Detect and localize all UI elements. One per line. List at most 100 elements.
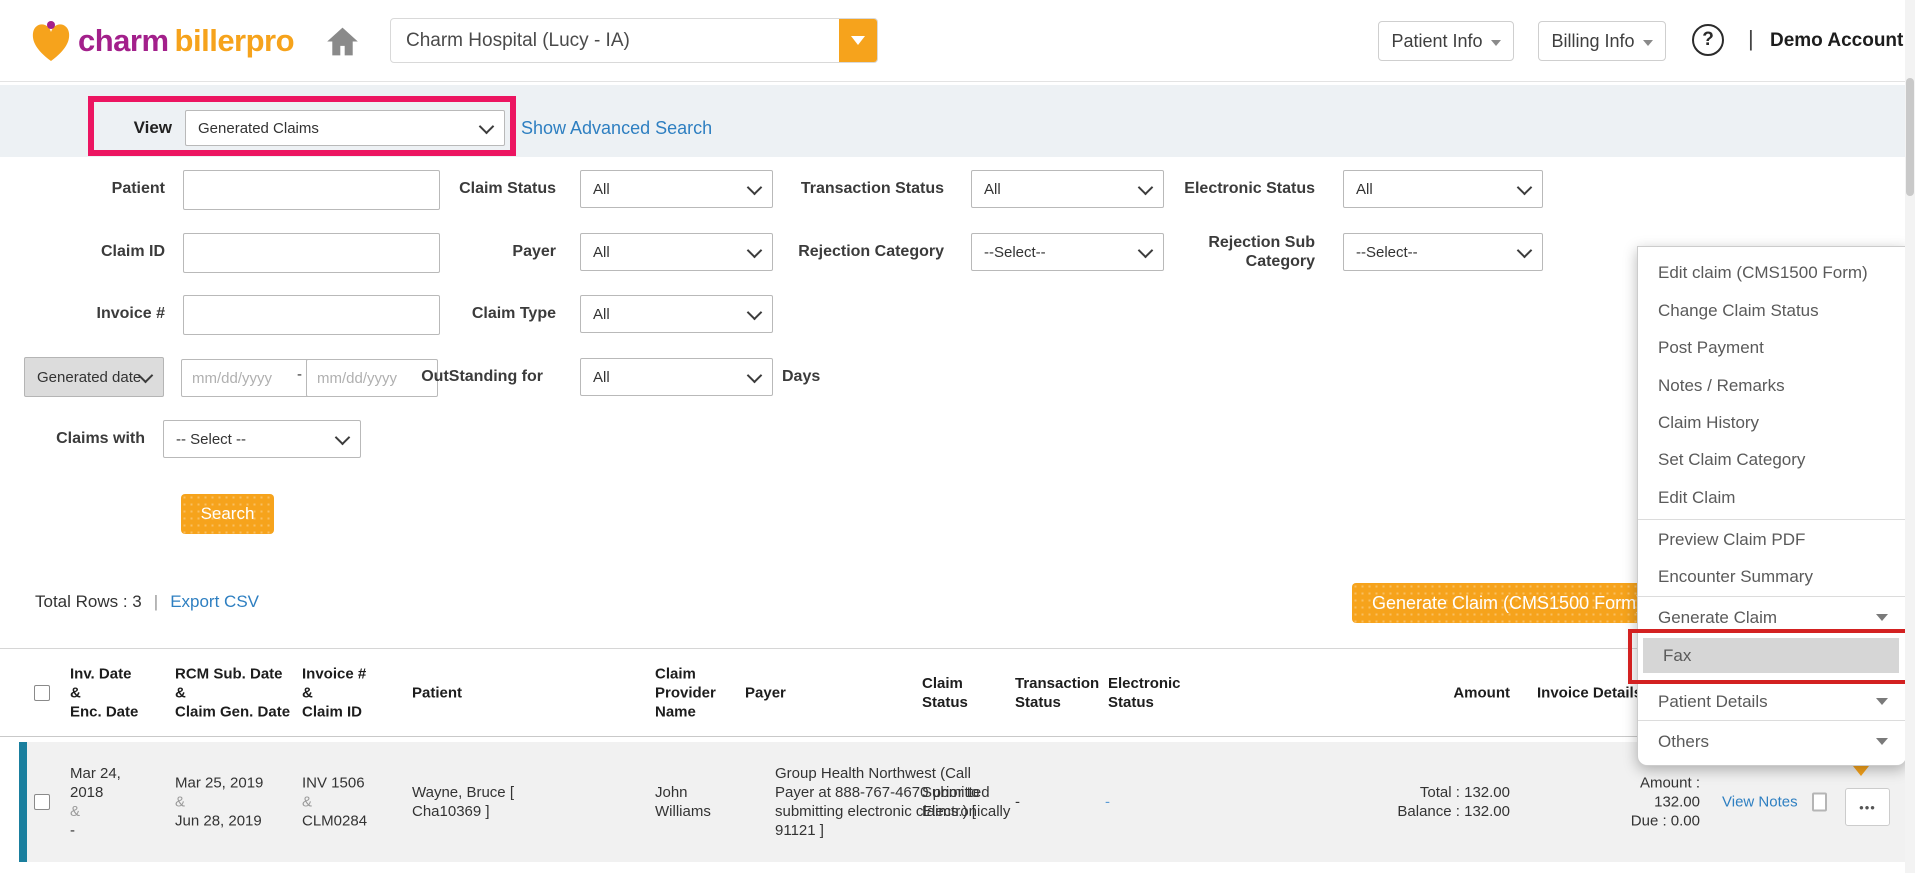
vertical-scrollbar[interactable] <box>1905 0 1915 873</box>
col-electronic-status: Electronic Status <box>1108 674 1200 712</box>
view-label-text: View <box>134 118 172 138</box>
chevron-down-icon <box>1517 179 1533 195</box>
export-csv-link[interactable]: Export CSV <box>170 592 259 612</box>
billing-info-button[interactable]: Billing Info <box>1538 21 1666 61</box>
chevron-down-icon <box>747 304 763 320</box>
menu-item-others[interactable]: Others <box>1638 723 1906 760</box>
col-patient: Patient <box>412 683 532 702</box>
menu-item-label: Preview Claim PDF <box>1658 530 1805 550</box>
row-more-actions-button[interactable]: ••• <box>1845 788 1890 826</box>
rejection-category-value: --Select-- <box>984 244 1140 261</box>
claim-id-input[interactable] <box>183 233 440 273</box>
claim-id: CLM0284 <box>302 812 402 831</box>
chevron-down-icon <box>479 118 495 134</box>
menu-item-label: Notes / Remarks <box>1658 376 1785 396</box>
payer-label: Payer <box>420 233 556 271</box>
rejection-sub-category-label-text: Rejection Sub Category <box>1158 233 1315 271</box>
view-select[interactable]: Generated Claims <box>185 110 505 146</box>
outstanding-for-select[interactable]: All <box>580 358 773 396</box>
chevron-down-icon <box>1138 242 1154 258</box>
brand-billerpro: billerpro <box>175 23 295 59</box>
patient-info-button[interactable]: Patient Info <box>1378 21 1514 61</box>
total-rows-text: Total Rows : 3 <box>35 592 142 612</box>
date-type-select[interactable]: Generated date <box>24 357 164 397</box>
electronic-status-select[interactable]: All <box>1343 170 1543 208</box>
menu-item-change-claim-status[interactable]: Change Claim Status <box>1638 292 1906 329</box>
patient-input-wrap <box>183 170 418 208</box>
billing-info-label: Billing Info <box>1551 31 1634 52</box>
menu-item-claim-history[interactable]: Claim History <box>1638 404 1906 441</box>
transaction-status-select[interactable]: All <box>971 170 1164 208</box>
claim-id-label-text: Claim ID <box>101 242 165 261</box>
patient-filter-label-text: Patient <box>112 179 165 198</box>
menu-item-edit-claim-cms1500[interactable]: Edit claim (CMS1500 Form) <box>1638 254 1906 291</box>
menu-item-preview-claim-pdf[interactable]: Preview Claim PDF <box>1638 521 1906 558</box>
home-icon[interactable] <box>325 24 360 59</box>
menu-divider <box>1638 720 1906 721</box>
chevron-down-icon <box>1517 242 1533 258</box>
row-actions-caret-icon[interactable] <box>1853 766 1869 776</box>
rcm-sub-date: Mar 25, 2019 <box>175 774 300 793</box>
claim-id-label: Claim ID <box>40 233 165 271</box>
view-notes-link[interactable]: View Notes <box>1722 794 1798 811</box>
date-from-input[interactable] <box>181 359 313 397</box>
claim-status-value: All <box>593 181 749 198</box>
help-icon[interactable]: ? <box>1692 24 1724 56</box>
practice-selector[interactable]: Charm Hospital (Lucy - IA) <box>390 18 878 63</box>
outstanding-for-value: All <box>593 369 749 386</box>
menu-item-label: Edit claim (CMS1500 Form) <box>1658 263 1868 283</box>
chevron-down-icon <box>1138 179 1154 195</box>
claim-type-label-text: Claim Type <box>472 304 556 323</box>
practice-dropdown-button[interactable] <box>839 19 877 62</box>
menu-item-post-payment[interactable]: Post Payment <box>1638 329 1906 366</box>
menu-item-encounter-summary[interactable]: Encounter Summary <box>1638 558 1906 595</box>
invoice-number-input[interactable] <box>183 295 440 335</box>
payer-value: All <box>593 244 749 261</box>
search-button[interactable]: Search <box>181 494 274 534</box>
claims-with-select[interactable]: -- Select -- <box>163 420 361 458</box>
select-all-checkbox[interactable] <box>34 685 50 701</box>
menu-item-label: Generate Claim <box>1658 608 1777 628</box>
payer-select[interactable]: All <box>580 233 773 271</box>
claim-table-row[interactable]: Mar 24, 2018 & - Mar 25, 2019 & Jun 28, … <box>0 742 1915 862</box>
menu-item-generate-claim[interactable]: Generate Claim <box>1638 599 1906 636</box>
account-name[interactable]: Demo Account <box>1770 30 1903 52</box>
chevron-down-icon <box>138 367 154 383</box>
billerpro-claims-page: charmbillerpro Charm Hospital (Lucy - IA… <box>0 0 1915 873</box>
invoice-input-wrap <box>183 295 418 333</box>
row-checkbox[interactable] <box>34 794 50 810</box>
table-header: Inv. Date & Enc. Date RCM Sub. Date & Cl… <box>0 648 1915 737</box>
cell-invoice-details: Amount : 132.00 Due : 0.00 <box>1560 774 1700 831</box>
rejection-sub-category-select[interactable]: --Select-- <box>1343 233 1543 271</box>
claim-status-select[interactable]: All <box>580 170 773 208</box>
cell-provider: John Williams <box>655 783 730 821</box>
outstanding-for-label-text: OutStanding for <box>421 367 543 386</box>
menu-item-label: Others <box>1658 732 1709 752</box>
col-provider: Claim Provider Name <box>655 664 735 721</box>
row-actions-menu: Edit claim (CMS1500 Form) Change Claim S… <box>1637 246 1907 766</box>
menu-item-set-claim-category[interactable]: Set Claim Category <box>1638 441 1906 478</box>
rejection-category-select[interactable]: --Select-- <box>971 233 1164 271</box>
claim-type-select[interactable]: All <box>580 295 773 333</box>
results-divider: | <box>154 592 158 612</box>
menu-item-notes-remarks[interactable]: Notes / Remarks <box>1638 367 1906 404</box>
scrollbar-thumb[interactable] <box>1906 78 1914 196</box>
view-label: View <box>98 110 172 146</box>
chevron-down-icon <box>1643 40 1653 46</box>
transaction-status-label: Transaction Status <box>788 170 944 208</box>
menu-item-label: Change Claim Status <box>1658 301 1819 321</box>
cell-patient: Wayne, Bruce [ Cha10369 ] <box>412 783 534 821</box>
menu-item-fax[interactable]: Fax <box>1643 638 1899 673</box>
view-select-value: Generated Claims <box>198 120 481 137</box>
show-advanced-search-link[interactable]: Show Advanced Search <box>521 118 712 139</box>
chevron-down-icon <box>1876 614 1888 621</box>
notes-page-icon[interactable] <box>1812 793 1827 812</box>
cell-electronic-status[interactable]: - <box>1105 793 1145 812</box>
chevron-down-icon <box>1491 40 1501 46</box>
patient-input[interactable] <box>183 170 440 210</box>
claim-status-label: Claim Status <box>420 170 556 208</box>
menu-item-patient-details[interactable]: Patient Details <box>1638 683 1906 720</box>
practice-selector-value: Charm Hospital (Lucy - IA) <box>391 30 839 52</box>
cell-rcm-claimgen-date: Mar 25, 2019 & Jun 28, 2019 <box>175 774 300 831</box>
menu-item-edit-claim[interactable]: Edit Claim <box>1638 479 1906 516</box>
